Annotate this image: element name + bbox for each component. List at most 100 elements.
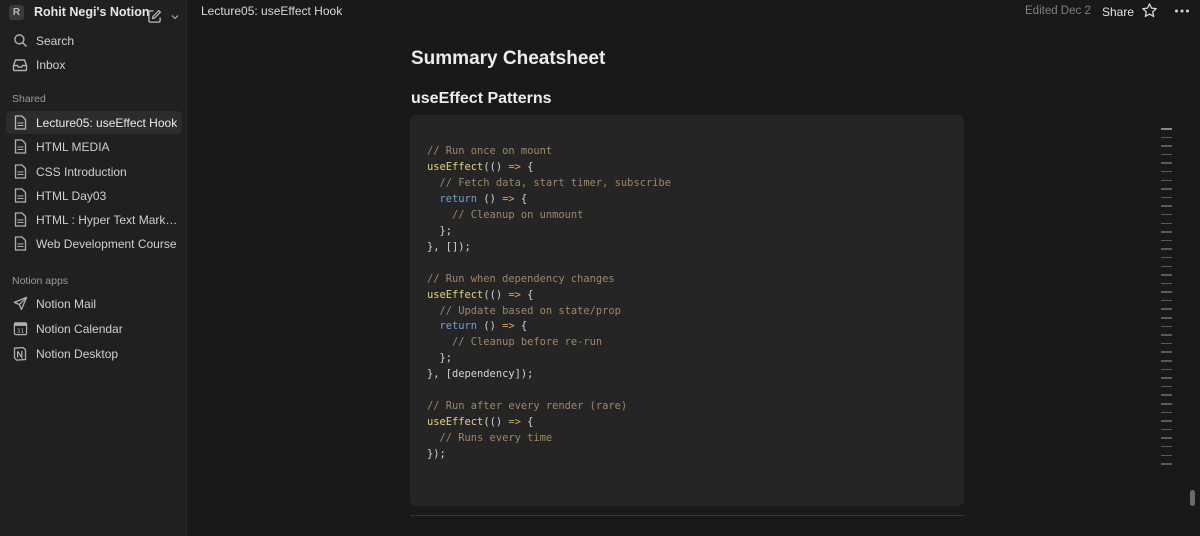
sidebar-item-lecture05[interactable]: Lecture05: useEffect Hook xyxy=(6,111,182,134)
code-line: return () => { xyxy=(439,192,528,205)
toc-tick[interactable] xyxy=(1161,454,1172,457)
breadcrumb[interactable]: Lecture05: useEffect Hook xyxy=(201,4,342,18)
divider xyxy=(410,515,964,516)
sidebar-item-search[interactable]: Search xyxy=(6,29,182,52)
toc-tick[interactable] xyxy=(1161,299,1172,302)
toc-tick[interactable] xyxy=(1161,248,1172,250)
toc-tick[interactable] xyxy=(1161,128,1172,130)
toc-tick[interactable] xyxy=(1161,445,1172,448)
sidebar-item-notion-mail[interactable]: Notion Mail xyxy=(6,292,182,315)
sidebar-item-label: CSS Introduction xyxy=(36,164,127,179)
more-options-icon[interactable] xyxy=(1173,2,1191,25)
sidebar-item-html-day03[interactable]: HTML Day03 xyxy=(6,184,182,207)
code-content: // Run once on mount useEffect(() => { //… xyxy=(427,144,671,463)
toc-tick[interactable] xyxy=(1161,205,1172,207)
toc-tick[interactable] xyxy=(1161,274,1172,276)
toc-tick[interactable] xyxy=(1161,317,1172,319)
toc-tick[interactable] xyxy=(1161,196,1172,199)
code-line: }, []); xyxy=(427,240,471,253)
toc-tick[interactable] xyxy=(1161,188,1172,190)
toc-tick[interactable] xyxy=(1161,222,1172,225)
toc-tick[interactable] xyxy=(1161,162,1172,164)
code-block[interactable]: // Run once on mount useEffect(() => { //… xyxy=(410,115,964,506)
table-of-contents[interactable] xyxy=(1161,128,1173,472)
notion-logo-icon xyxy=(12,346,28,362)
workspace-name: Rohit Negi's Notion xyxy=(34,5,150,19)
page-icon xyxy=(12,236,28,252)
toc-tick[interactable] xyxy=(1161,231,1172,233)
sidebar-item-html-media[interactable]: HTML MEDIA xyxy=(6,135,182,158)
topbar: Lecture05: useEffect Hook Edited Dec 2 S… xyxy=(187,0,1200,24)
code-line: // Run after every render (rare) xyxy=(427,400,628,413)
code-line: useEffect(() => { xyxy=(427,288,534,301)
sidebar-item-label: Web Development Course xyxy=(36,236,177,251)
star-icon[interactable] xyxy=(1141,2,1158,24)
toc-tick[interactable] xyxy=(1161,256,1172,259)
sidebar-item-label: Notion Calendar xyxy=(36,321,123,336)
toc-tick[interactable] xyxy=(1161,213,1172,216)
sidebar-item-label: Notion Desktop xyxy=(36,346,119,361)
sidebar-item-web-development[interactable]: Web Development Course xyxy=(6,232,182,255)
code-line: // Run once on mount xyxy=(427,145,553,157)
sidebar-item-label: Inbox xyxy=(36,57,66,72)
code-line: // Update based on state/prop xyxy=(439,304,621,317)
toc-tick[interactable] xyxy=(1161,394,1172,396)
sidebar-item-css-introduction[interactable]: CSS Introduction xyxy=(6,160,182,183)
share-button[interactable]: Share xyxy=(1102,5,1134,19)
sidebar-item-label: Notion Mail xyxy=(36,296,97,311)
toc-tick[interactable] xyxy=(1161,308,1172,310)
toc-tick[interactable] xyxy=(1161,368,1172,371)
toc-tick[interactable] xyxy=(1161,145,1172,147)
toc-tick[interactable] xyxy=(1161,170,1172,173)
new-page-icon[interactable] xyxy=(147,9,162,24)
toc-tick[interactable] xyxy=(1161,153,1172,156)
sidebar-item-inbox[interactable]: Inbox xyxy=(6,53,182,76)
toc-tick[interactable] xyxy=(1161,437,1172,439)
toc-tick[interactable] xyxy=(1161,291,1172,293)
toc-tick[interactable] xyxy=(1161,411,1172,414)
edited-timestamp: Edited Dec 2 xyxy=(1025,5,1091,17)
toc-tick[interactable] xyxy=(1161,403,1172,405)
code-line: }; xyxy=(427,352,453,365)
sidebar-item-html-hypertext[interactable]: HTML : Hyper Text Marku... xyxy=(6,208,182,231)
toc-tick[interactable] xyxy=(1161,428,1172,431)
toc-tick[interactable] xyxy=(1161,282,1172,285)
sidebar-item-notion-desktop[interactable]: Notion Desktop xyxy=(6,342,182,365)
sidebar-item-notion-calendar[interactable]: 31 Notion Calendar xyxy=(6,317,182,340)
svg-text:31: 31 xyxy=(16,328,24,335)
code-line: }; xyxy=(427,224,453,237)
page-icon xyxy=(12,164,28,180)
toc-tick[interactable] xyxy=(1161,420,1172,422)
toc-tick[interactable] xyxy=(1161,463,1172,465)
toc-tick[interactable] xyxy=(1161,342,1172,345)
toc-tick[interactable] xyxy=(1161,325,1172,328)
code-line: // Cleanup before re-run xyxy=(452,336,603,349)
code-line: useEffect(() => { xyxy=(427,416,534,429)
code-line: }); xyxy=(427,448,446,461)
sidebar-item-label: Search xyxy=(36,33,75,48)
workspace-avatar: R xyxy=(9,4,24,20)
toc-tick[interactable] xyxy=(1161,179,1172,182)
toc-tick[interactable] xyxy=(1161,334,1172,336)
toc-tick[interactable] xyxy=(1161,385,1172,388)
toc-tick[interactable] xyxy=(1161,239,1172,242)
calendar-icon: 31 xyxy=(12,321,28,337)
page-icon xyxy=(12,188,28,204)
sidebar: R Rohit Negi's Notion Search Inbox Share… xyxy=(0,0,187,536)
chevron-down-icon[interactable] xyxy=(170,12,180,22)
toc-tick[interactable] xyxy=(1161,377,1172,379)
toc-tick[interactable] xyxy=(1161,265,1172,267)
section-shared: Shared xyxy=(12,93,46,105)
sidebar-item-label: Lecture05: useEffect Hook xyxy=(36,115,178,130)
toc-tick[interactable] xyxy=(1161,136,1172,139)
inbox-icon xyxy=(12,57,28,73)
search-icon xyxy=(12,33,28,49)
toc-tick[interactable] xyxy=(1161,360,1172,362)
code-line: // Fetch data, start timer, subscribe xyxy=(439,176,671,189)
code-line: // Runs every time xyxy=(439,432,553,445)
toc-tick[interactable] xyxy=(1161,351,1172,353)
scrollbar-thumb[interactable] xyxy=(1190,490,1195,506)
mail-send-icon xyxy=(12,296,28,312)
